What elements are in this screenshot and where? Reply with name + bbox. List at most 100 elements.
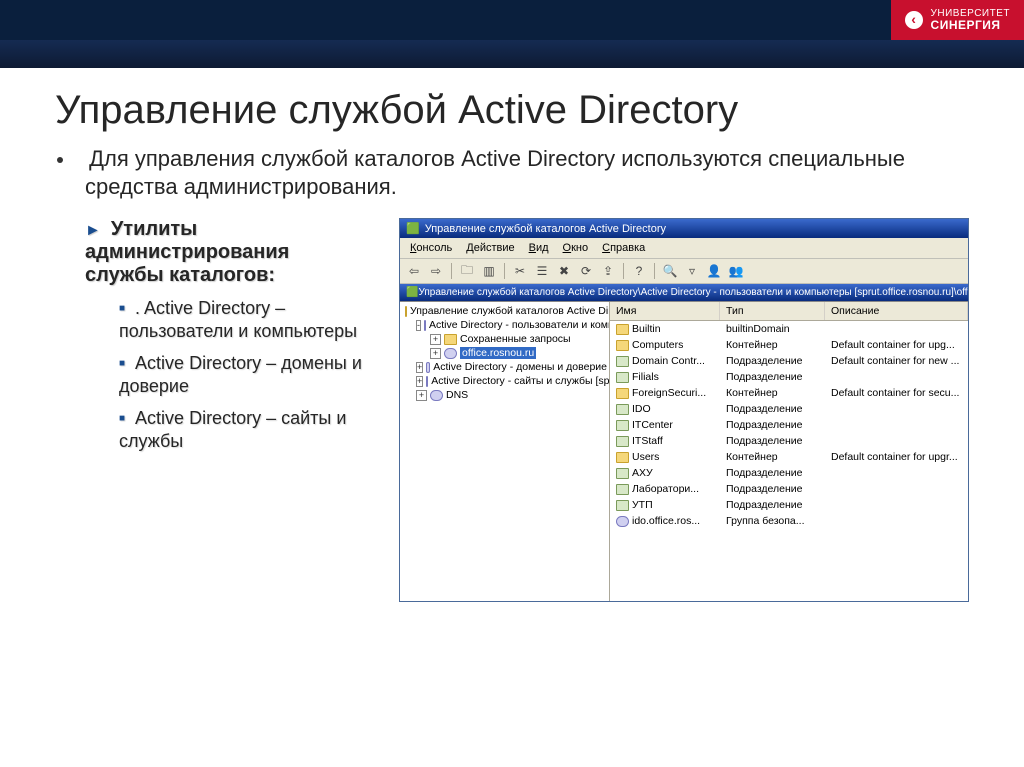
table-row[interactable]: ido.office.ros...Группа безопа... [610,513,968,529]
window-title: Управление службой каталогов Active Dire… [425,223,666,235]
tree-row[interactable]: + Active Directory - домены и доверие [402,360,607,374]
menu-item[interactable]: Окно [557,240,595,256]
tree-label: Сохраненные запросы [460,333,571,345]
table-row[interactable]: UsersКонтейнерDefault container for upgr… [610,449,968,465]
node-icon [444,348,457,359]
tree-label: Active Directory - пользователи и компью [429,319,610,331]
table-row[interactable]: АХУПодразделение [610,465,968,481]
find-button[interactable]: 🔍 [661,262,679,280]
new-group-button[interactable]: 👥 [727,262,745,280]
bullet-icon [57,157,63,163]
table-row[interactable]: УТППодразделение [610,497,968,513]
ou-icon [616,436,629,447]
expand-icon[interactable]: + [430,334,441,345]
menu-item[interactable]: Действие [460,240,520,256]
export-button[interactable]: ⇪ [599,262,617,280]
brand-logo: ‹ УНИВЕРСИТЕТ СИНЕРГИЯ [891,0,1024,40]
mmc-titlebar[interactable]: 🟩 Управление службой каталогов Active Di… [400,219,968,238]
table-row[interactable]: FilialsПодразделение [610,369,968,385]
ou-icon [616,420,629,431]
page-title: Управление службой Active Directory [55,88,969,133]
table-row[interactable]: IDOПодразделение [610,401,968,417]
ou-icon [616,484,629,495]
path-bar: 🟩 Управление службой каталогов Active Di… [400,284,968,301]
expand-icon[interactable]: + [416,376,423,387]
folder-icon [616,324,629,335]
ou-icon [616,356,629,367]
sub-list-item: ■Active Directory – сайты и службы [119,407,371,452]
col-desc[interactable]: Описание [825,302,968,320]
table-row[interactable]: ComputersКонтейнерDefault container for … [610,337,968,353]
sub-list-item: ■Active Directory – домены и доверие [119,352,371,397]
folder-icon [405,306,407,317]
listview-header[interactable]: Имя Тип Описание [610,302,968,321]
square-bullet-icon: ■ [119,358,125,369]
delete-button[interactable]: ✖ [555,262,573,280]
square-bullet-icon: ■ [119,413,125,424]
show-hide-button[interactable]: ▥ [480,262,498,280]
tree-label: DNS [446,389,468,401]
node-icon [616,516,629,527]
filter-button[interactable]: ▿ [683,262,701,280]
col-type[interactable]: Тип [720,302,825,320]
help-button[interactable]: ? [630,262,648,280]
path-icon: 🟩 [406,287,418,298]
ou-icon [616,500,629,511]
expand-icon[interactable]: - [416,320,421,331]
tree-row[interactable]: + DNS [402,388,607,402]
tree-row[interactable]: Управление службой каталогов Active Dire… [402,304,607,318]
expand-icon[interactable]: + [430,348,441,359]
menu-item[interactable]: Справка [596,240,651,256]
header-band: ‹ УНИВЕРСИТЕТ СИНЕРГИЯ [0,0,1024,40]
menubar: КонсольДействиеВидОкноСправка [400,238,968,259]
tree-label: Active Directory - сайты и службы [sprut… [431,375,610,387]
ou-icon [616,372,629,383]
back-button[interactable]: ⇦ [405,262,423,280]
table-row[interactable]: Лаборатори...Подразделение [610,481,968,497]
cut-button[interactable]: ✂ [511,262,529,280]
body-paragraph: Для управления службой каталогов Active … [85,145,969,200]
tree-row[interactable]: + office.rosnou.ru [402,346,607,360]
node-icon [426,362,430,373]
tree-label: office.rosnou.ru [460,347,536,359]
up-button[interactable]: 🗀 [458,262,476,280]
refresh-button[interactable]: ⟳ [577,262,595,280]
sub-band [0,40,1024,68]
listview-pane[interactable]: Имя Тип Описание BuiltinbuiltinDomainCom… [610,302,968,601]
expand-icon[interactable]: + [416,390,427,401]
ou-icon [616,468,629,479]
menu-item[interactable]: Консоль [404,240,458,256]
sub-list-item: ■. Active Directory – пользователи и ком… [119,297,371,342]
forward-button[interactable]: ⇨ [427,262,445,280]
brand-line2: СИНЕРГИЯ [931,19,1010,32]
table-row[interactable]: BuiltinbuiltinDomain [610,321,968,337]
tree-row[interactable]: -Active Directory - пользователи и компь… [402,318,607,332]
folder-icon [444,334,457,345]
left-column: ►Утилиты администрирования службы катало… [85,218,371,602]
tree-label: Active Directory - домены и доверие [433,361,607,373]
folder-icon [616,340,629,351]
table-row[interactable]: ITCenterПодразделение [610,417,968,433]
new-user-button[interactable]: 👤 [705,262,723,280]
tree-pane[interactable]: Управление службой каталогов Active Dire… [400,302,610,601]
properties-button[interactable]: ☰ [533,262,551,280]
node-icon [430,390,443,401]
mmc-window: 🟩 Управление службой каталогов Active Di… [399,218,969,602]
folder-icon [616,388,629,399]
square-bullet-icon: ■ [119,303,125,314]
col-name[interactable]: Имя [610,302,720,320]
expand-icon[interactable]: + [416,362,423,373]
tree-row[interactable]: + Сохраненные запросы [402,332,607,346]
node-icon [424,320,426,331]
subheading: ►Утилиты администрирования службы катало… [85,218,371,287]
folder-icon [616,452,629,463]
table-row[interactable]: ITStaffПодразделение [610,433,968,449]
table-row[interactable]: Domain Contr...ПодразделениеDefault cont… [610,353,968,369]
table-row[interactable]: ForeignSecuri...КонтейнерDefault contain… [610,385,968,401]
tree-row[interactable]: + Active Directory - сайты и службы [spru… [402,374,607,388]
tree-label: Управление службой каталогов Active Dire… [410,305,610,317]
toolbar: ⇦ ⇨ 🗀 ▥ ✂ ☰ ✖ ⟳ ⇪ ? 🔍 ▿ 👤 [400,259,968,284]
menu-item[interactable]: Вид [523,240,555,256]
arrow-bullet-icon: ► [85,222,101,239]
node-icon [426,376,428,387]
